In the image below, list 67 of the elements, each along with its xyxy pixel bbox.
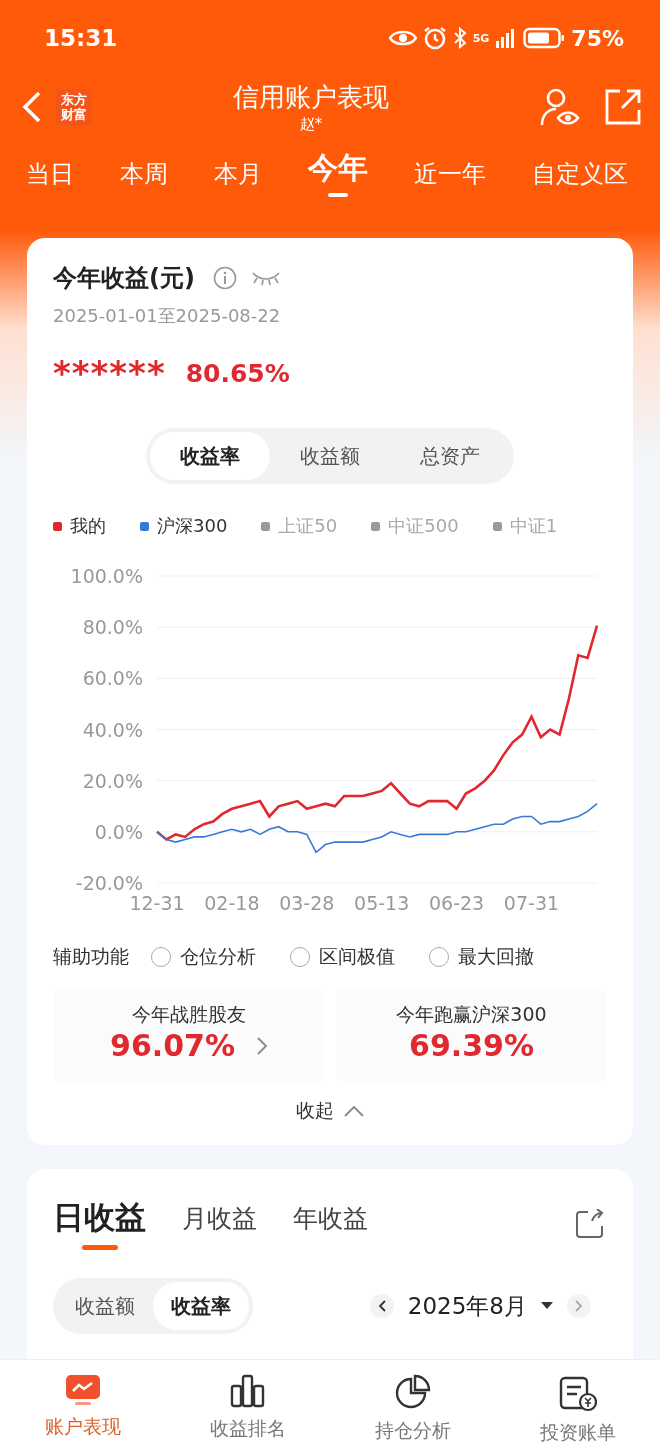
clock: 15:31	[44, 25, 118, 51]
bar-chart-icon	[229, 1374, 266, 1408]
date-range: 2025-01-01至2025-08-22	[53, 304, 282, 328]
earnings-tab[interactable]: 年收益	[293, 1201, 368, 1246]
return-rate: 80.65%	[185, 358, 290, 388]
app-logo: 东方 财富	[56, 89, 92, 125]
account-name: 赵*	[299, 115, 323, 134]
share-icon[interactable]	[575, 1208, 605, 1239]
axis-label: 06-23	[428, 892, 485, 914]
radio-option[interactable]: 最大回撤	[429, 944, 534, 970]
next-month-button[interactable]	[567, 1294, 591, 1318]
stat-value: 96.07%	[110, 1028, 235, 1063]
axis-label: 20.0%	[82, 769, 143, 792]
segment-button[interactable]: 收益率	[150, 432, 270, 480]
earnings-tab[interactable]: 月收益	[182, 1201, 257, 1246]
month-selector[interactable]: 2025年8月	[407, 1290, 527, 1322]
axis-label: -20.0%	[75, 872, 143, 894]
axis-label: 03-28	[279, 892, 335, 914]
battery-icon	[523, 27, 566, 49]
bill-icon	[558, 1374, 597, 1412]
page-title: 信用账户表现	[233, 81, 389, 114]
nav-tab[interactable]: 投资账单	[495, 1360, 660, 1456]
battery-percent: 75%	[571, 25, 624, 51]
legend-item[interactable]: 沪深300	[140, 514, 228, 538]
earnings-tab[interactable]: 日收益	[53, 1197, 146, 1250]
legend-item[interactable]: 我的	[53, 514, 106, 538]
user-eye-icon[interactable]	[540, 87, 580, 127]
back-icon[interactable]	[22, 91, 42, 123]
axis-label: 80.0%	[82, 616, 143, 639]
radio-option[interactable]: 仓位分析	[151, 944, 256, 970]
nav-tab[interactable]: 账户表现	[0, 1360, 165, 1456]
card-title: 今年收益(元)	[53, 263, 195, 294]
axis-label: 05-13	[354, 892, 410, 914]
collapse-button[interactable]: 收起	[290, 1097, 370, 1125]
alarm-icon	[422, 26, 447, 50]
axis-label: 07-31	[503, 892, 560, 914]
radio-option[interactable]: 区间极值	[290, 944, 395, 970]
segment-button[interactable]: 收益率	[153, 1282, 249, 1330]
axis-label: 40.0%	[82, 718, 143, 741]
share-icon[interactable]	[604, 88, 642, 126]
eye-icon	[388, 29, 417, 47]
nav-tab[interactable]: 持仓分析	[330, 1360, 495, 1456]
axis-label: 60.0%	[82, 667, 143, 690]
info-icon[interactable]	[212, 266, 237, 290]
chevron-left-icon	[377, 1300, 386, 1312]
chevron-up-icon	[344, 1105, 364, 1117]
network-label: 5G	[472, 31, 490, 45]
axis-label: 02-18	[204, 892, 260, 914]
axis-label: 0.0%	[94, 820, 143, 843]
axis-label: 12-31	[129, 892, 185, 914]
segment-button[interactable]: 收益额	[57, 1282, 153, 1330]
chevron-right-icon[interactable]	[256, 1036, 267, 1055]
stat-label: 今年跑赢沪深300	[396, 1002, 547, 1027]
stat-value: 69.39%	[409, 1028, 534, 1063]
monitor-icon	[64, 1374, 101, 1406]
segment-button[interactable]: 收益额	[270, 432, 390, 480]
pie-chart-icon	[394, 1374, 431, 1410]
previous-month-button[interactable]	[369, 1294, 394, 1318]
stat-label: 今年战胜股友	[131, 1002, 246, 1027]
assist-label: 辅助功能	[53, 944, 129, 969]
dropdown-caret-icon	[541, 1302, 553, 1310]
hidden-amount: ******	[53, 358, 166, 388]
bluetooth-icon	[452, 27, 467, 49]
axis-label: 100.0%	[70, 565, 143, 587]
chevron-right-icon	[575, 1300, 583, 1312]
segment-button[interactable]: 总资产	[390, 432, 510, 480]
nav-tab[interactable]: 收益排名	[165, 1360, 330, 1456]
